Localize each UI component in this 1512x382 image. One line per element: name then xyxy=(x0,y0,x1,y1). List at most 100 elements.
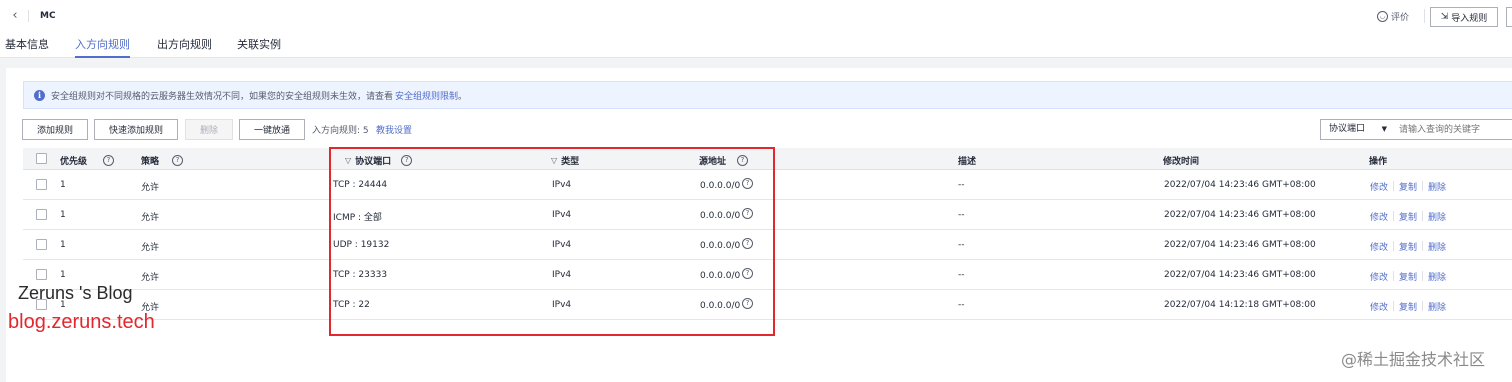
tab-associated-instances[interactable]: 关联实例 xyxy=(237,36,281,58)
column-modified-time: 修改时间 xyxy=(1163,157,1200,167)
column-policy: 策略 ? xyxy=(141,154,184,167)
source-help-icon[interactable]: ? xyxy=(742,298,753,309)
cell-priority: 1 xyxy=(60,210,66,220)
info-icon: i xyxy=(34,89,45,101)
import-rules-button[interactable]: ⇲ 导入规则 xyxy=(1430,7,1498,27)
row-checkbox[interactable] xyxy=(36,179,47,190)
smile-icon: ◡ xyxy=(1377,11,1388,22)
cell-type: IPv4 xyxy=(552,270,572,280)
cell-modified-time: 2022/07/04 14:23:46 GMT+08:00 xyxy=(1164,240,1316,250)
help-icon[interactable]: ? xyxy=(172,155,184,166)
delete-link[interactable]: 删除 xyxy=(1428,300,1446,313)
delete-link[interactable]: 删除 xyxy=(1428,210,1446,223)
tab-basic-info[interactable]: 基本信息 xyxy=(5,36,49,58)
source-help-icon[interactable]: ? xyxy=(742,268,753,279)
cell-policy: 允许 xyxy=(141,213,160,223)
filter-field-select[interactable]: 协议端口 ▼ xyxy=(1320,119,1394,140)
delete-link[interactable]: 删除 xyxy=(1428,180,1446,193)
help-icon[interactable]: ? xyxy=(401,155,413,166)
column-actions: 操作 xyxy=(1369,157,1388,167)
table-row: 1 允许 TCP : 22 IPv4 0.0.0.0/0 ? -- 2022/0… xyxy=(23,290,1512,320)
cell-protocol-port: UDP : 19132 xyxy=(333,240,390,250)
filter-field-value: 协议端口 xyxy=(1329,124,1366,134)
import-rules-label: 导入规则 xyxy=(1451,13,1488,24)
cell-source: 0.0.0.0/0 xyxy=(700,181,741,191)
cell-source: 0.0.0.0/0 xyxy=(700,271,741,281)
row-checkbox[interactable] xyxy=(36,269,47,280)
quick-add-rule-button[interactable]: 快速添加规则 xyxy=(94,119,178,140)
column-protocol-port-label: 协议端口 xyxy=(355,157,392,167)
copy-link[interactable]: 复制 xyxy=(1399,210,1417,223)
platform-watermark: @稀土掘金技术社区 xyxy=(1341,350,1486,369)
cell-priority: 1 xyxy=(60,180,66,190)
blog-watermark-url: blog.zeruns.tech xyxy=(8,311,155,333)
filter-icon[interactable]: ▽ xyxy=(551,156,557,165)
cell-priority: 1 xyxy=(60,240,66,250)
help-icon[interactable]: ? xyxy=(103,155,115,166)
cell-type: IPv4 xyxy=(552,180,572,190)
delete-link[interactable]: 删除 xyxy=(1428,240,1446,253)
cell-modified-time: 2022/07/04 14:23:46 GMT+08:00 xyxy=(1164,180,1316,190)
table-row: 1 允许 TCP : 24444 IPv4 0.0.0.0/0 ? -- 202… xyxy=(23,170,1512,200)
copy-link[interactable]: 复制 xyxy=(1399,180,1417,193)
caret-down-icon: ▼ xyxy=(1381,125,1387,133)
modify-link[interactable]: 修改 xyxy=(1370,270,1388,283)
copy-link[interactable]: 复制 xyxy=(1399,300,1417,313)
page-title: MC xyxy=(40,11,56,21)
info-alert: i 安全组规则对不同规格的云服务器生效情况不同，如果您的安全组规则未生效，请查看… xyxy=(23,81,1512,109)
allow-all-button[interactable]: 一键放通 xyxy=(239,119,305,140)
export-rules-button[interactable] xyxy=(1506,7,1512,27)
row-actions: 修改 复制 删除 xyxy=(1370,240,1446,253)
cell-priority: 1 xyxy=(60,270,66,280)
tab-inbound-rules[interactable]: 入方向规则 xyxy=(75,36,130,58)
row-actions: 修改 复制 删除 xyxy=(1370,270,1446,283)
source-help-icon[interactable]: ? xyxy=(742,238,753,249)
row-checkbox[interactable] xyxy=(36,209,47,220)
modify-link[interactable]: 修改 xyxy=(1370,300,1388,313)
row-checkbox[interactable] xyxy=(36,239,47,250)
column-protocol-port: ▽ 协议端口 ? xyxy=(345,154,413,167)
back-arrow-icon[interactable]: ‹ xyxy=(8,9,22,23)
cell-policy: 允许 xyxy=(141,183,160,193)
divider xyxy=(1424,9,1425,23)
select-all-checkbox[interactable] xyxy=(36,153,47,164)
row-actions: 修改 复制 删除 xyxy=(1370,300,1446,313)
security-group-limits-link[interactable]: 安全组规则限制 xyxy=(395,89,458,102)
cell-description: -- xyxy=(958,300,965,310)
rate-link[interactable]: ◡ 评价 xyxy=(1377,10,1409,23)
cell-type: IPv4 xyxy=(552,210,572,220)
divider xyxy=(28,10,29,22)
delete-button[interactable]: 删除 xyxy=(185,119,233,140)
cell-protocol-port: TCP : 23333 xyxy=(333,270,388,280)
column-priority-label: 优先级 xyxy=(60,157,88,167)
search-input[interactable] xyxy=(1393,119,1512,140)
rate-label: 评价 xyxy=(1391,13,1410,23)
cell-protocol-port: ICMP : 全部 xyxy=(333,213,382,223)
help-icon[interactable]: ? xyxy=(737,155,749,166)
alert-text: 安全组规则对不同规格的云服务器生效情况不同，如果您的安全组规则未生效，请查看 xyxy=(51,91,394,102)
modify-link[interactable]: 修改 xyxy=(1370,180,1388,193)
column-priority: 优先级 ? xyxy=(60,154,115,167)
cell-modified-time: 2022/07/04 14:23:46 GMT+08:00 xyxy=(1164,270,1316,280)
tab-outbound-rules[interactable]: 出方向规则 xyxy=(157,36,212,58)
cell-source: 0.0.0.0/0 xyxy=(700,301,741,311)
table-header: 优先级 ? 策略 ? ▽ 协议端口 ? ▽ 类型 源地址 ? 描述 修改时间 操… xyxy=(23,148,1512,170)
help-setup-link[interactable]: 教我设置 xyxy=(376,123,412,136)
copy-link[interactable]: 复制 xyxy=(1399,240,1417,253)
source-help-icon[interactable]: ? xyxy=(742,178,753,189)
modify-link[interactable]: 修改 xyxy=(1370,210,1388,223)
cell-modified-time: 2022/07/04 14:12:18 GMT+08:00 xyxy=(1164,300,1316,310)
modify-link[interactable]: 修改 xyxy=(1370,240,1388,253)
delete-link[interactable]: 删除 xyxy=(1428,270,1446,283)
source-help-icon[interactable]: ? xyxy=(742,208,753,219)
cell-policy: 允许 xyxy=(141,243,160,253)
filter-icon[interactable]: ▽ xyxy=(345,156,351,165)
column-type: ▽ 类型 xyxy=(551,154,579,167)
copy-link[interactable]: 复制 xyxy=(1399,270,1417,283)
alert-suffix: 。 xyxy=(458,91,468,102)
row-actions: 修改 复制 删除 xyxy=(1370,180,1446,193)
cell-description: -- xyxy=(958,270,965,280)
cell-protocol-port: TCP : 24444 xyxy=(333,180,388,190)
add-rule-button[interactable]: 添加规则 xyxy=(22,119,88,140)
cell-source: 0.0.0.0/0 xyxy=(700,211,741,221)
